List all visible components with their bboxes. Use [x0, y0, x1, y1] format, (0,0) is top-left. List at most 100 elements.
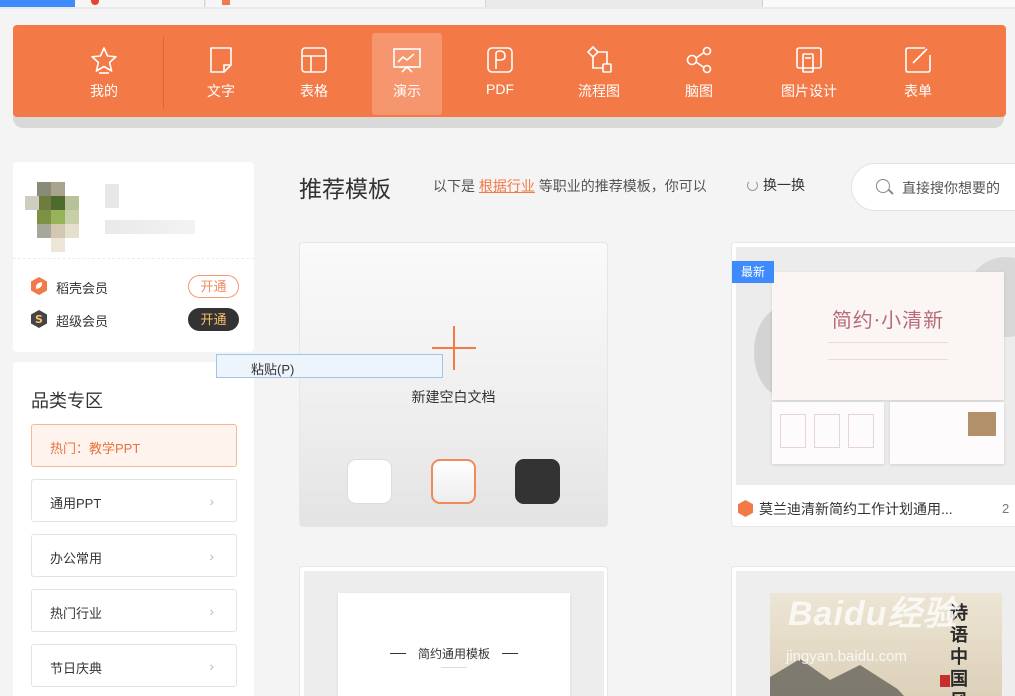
- slide-text-lines: [828, 342, 948, 360]
- toolbar-item-presentation[interactable]: 演示: [372, 33, 442, 115]
- user-id-blurred: [105, 220, 195, 234]
- svg-text:S: S: [35, 313, 43, 326]
- docer-member-icon: [31, 277, 47, 295]
- template-slide-subtitle: ──────: [441, 665, 467, 671]
- category-item-label: 热门行业: [50, 606, 103, 621]
- toolbar-item-text[interactable]: 文字: [186, 33, 256, 115]
- category-item-hot[interactable]: 热门：教学PPT: [31, 424, 237, 467]
- recommend-subtitle: 以下是 根据行业 等职业的推荐模板，你可以: [433, 176, 707, 196]
- toolbar-item-form[interactable]: 表单: [883, 33, 953, 115]
- open-docer-member-button[interactable]: 开通: [188, 275, 239, 298]
- category-item-label: 办公常用: [50, 551, 103, 566]
- toolbar-item-label: 表单: [904, 83, 932, 99]
- category-item-label: 通用PPT: [50, 496, 102, 511]
- chevron-right-icon: ›: [209, 603, 214, 619]
- toolbar-item-label: 流程图: [578, 83, 620, 99]
- new-blank-document-card[interactable]: 新建空白文档: [299, 242, 608, 527]
- pdf-icon: [487, 47, 513, 73]
- new-badge: 最新: [732, 261, 774, 283]
- membership-row: 稻壳会员 开通: [31, 275, 239, 298]
- theme-swatch-light-gradient[interactable]: [431, 459, 476, 504]
- avatar[interactable]: [25, 182, 105, 252]
- refresh-icon: [747, 180, 758, 191]
- template-slide-preview: 简约通用模板 ──────: [338, 593, 570, 696]
- membership-name: 超级会员: [56, 314, 109, 329]
- toolbar-divider: [163, 37, 164, 109]
- category-item[interactable]: 热门行业 ›: [31, 589, 237, 632]
- category-item[interactable]: 办公常用 ›: [31, 534, 237, 577]
- template-slide-title: 简约·小清新: [831, 308, 945, 332]
- docer-hex-icon: [738, 500, 753, 517]
- refresh-button[interactable]: 换一换: [747, 175, 805, 195]
- category-item-label: 热门：教学PPT: [50, 441, 141, 456]
- category-item-label: 节日庆典: [50, 661, 103, 676]
- template-thumbnail: 简约·小清新: [736, 247, 1015, 485]
- chevron-right-icon: ›: [209, 548, 214, 564]
- mindmap-icon: [686, 46, 712, 74]
- browser-tab[interactable]: [762, 0, 1015, 7]
- search-box[interactable]: [851, 163, 1015, 211]
- template-name: 莫兰迪清新简约工作计划通用...: [738, 499, 953, 519]
- slide-photo: [968, 412, 996, 436]
- star-icon: [91, 47, 117, 74]
- tab-favicon-icon: [222, 0, 230, 5]
- theme-swatch-white[interactable]: [347, 459, 392, 504]
- refresh-label: 换一换: [763, 177, 805, 193]
- document-icon: [210, 47, 232, 73]
- membership-row: S 超级会员 开通: [31, 308, 239, 331]
- template-card[interactable]: 简约通用模板 ──────: [299, 566, 608, 696]
- template-slide-small: [890, 402, 1004, 464]
- category-toolbar: 我的 文字 表格 演示 PDF 流程图 脑图 图片设计 表单: [13, 25, 1006, 117]
- card-divider: [13, 258, 254, 259]
- template-thumbnail: 简约通用模板 ──────: [304, 571, 604, 696]
- paste-menu-item[interactable]: 粘贴(P): [216, 354, 443, 378]
- toolbar-item-label: 图片设计: [781, 83, 837, 99]
- toolbar-item-label: 演示: [393, 83, 421, 99]
- search-input[interactable]: [902, 177, 1015, 199]
- new-blank-label: 新建空白文档: [411, 389, 496, 405]
- toolbar-item-label: PDF: [486, 81, 514, 97]
- toolbar-item-label: 表格: [300, 83, 328, 99]
- template-slide-preview: 简约·小清新: [772, 272, 1004, 400]
- table-icon: [301, 47, 327, 73]
- membership-name: 稻壳会员: [56, 281, 109, 296]
- browser-tab[interactable]: [206, 0, 486, 7]
- theme-swatch-dark[interactable]: [515, 459, 560, 504]
- toolbar-item-image-design[interactable]: 图片设计: [773, 33, 845, 115]
- browser-tab-strip: [0, 0, 1015, 9]
- tab-favicon-icon: [91, 0, 99, 5]
- watermark-url: jingyan.baidu.com: [786, 648, 907, 665]
- super-member-icon: S: [31, 310, 47, 328]
- page-title: 推荐模板: [299, 176, 391, 202]
- industry-link[interactable]: 根据行业: [479, 178, 535, 194]
- plus-icon-vertical: [453, 326, 455, 370]
- toolbar-item-mine[interactable]: 我的: [69, 33, 139, 115]
- paste-label: 粘贴(P): [251, 362, 295, 377]
- subtitle-text: 以下是: [433, 178, 475, 194]
- toolbar-item-label: 文字: [207, 83, 235, 99]
- toolbar-item-pdf[interactable]: PDF: [465, 33, 535, 115]
- template-slide-title: 简约通用模板: [338, 645, 570, 662]
- toolbar-item-sheet[interactable]: 表格: [279, 33, 349, 115]
- category-item[interactable]: 节日庆典 ›: [31, 644, 237, 687]
- image-design-icon: [796, 47, 822, 73]
- subtitle-text: 等职业的推荐模板，你可以: [538, 178, 707, 194]
- toolbar-item-mindmap[interactable]: 脑图: [664, 33, 734, 115]
- category-item[interactable]: 通用PPT ›: [31, 479, 237, 522]
- template-card[interactable]: 简约·小清新 最新 莫兰迪清新简约工作计划通用... 2: [731, 242, 1015, 527]
- user-card: 稻壳会员 开通 S 超级会员 开通: [13, 162, 254, 352]
- slide-box: [848, 414, 874, 448]
- template-slide-small: [772, 402, 884, 464]
- template-meta: 2: [1002, 501, 1010, 516]
- browser-tab[interactable]: [75, 0, 205, 7]
- toolbar-item-flowchart[interactable]: 流程图: [564, 33, 634, 115]
- flowchart-icon: [586, 45, 612, 73]
- slide-box: [780, 414, 806, 448]
- open-super-member-button[interactable]: 开通: [188, 308, 239, 331]
- chevron-right-icon: ›: [209, 658, 214, 674]
- search-icon: [876, 179, 890, 193]
- seal-stamp: [940, 675, 950, 687]
- toolbar-item-label: 我的: [90, 83, 118, 99]
- watermark-logo: Baidu经验: [788, 595, 958, 633]
- browser-tab-active[interactable]: [0, 0, 75, 7]
